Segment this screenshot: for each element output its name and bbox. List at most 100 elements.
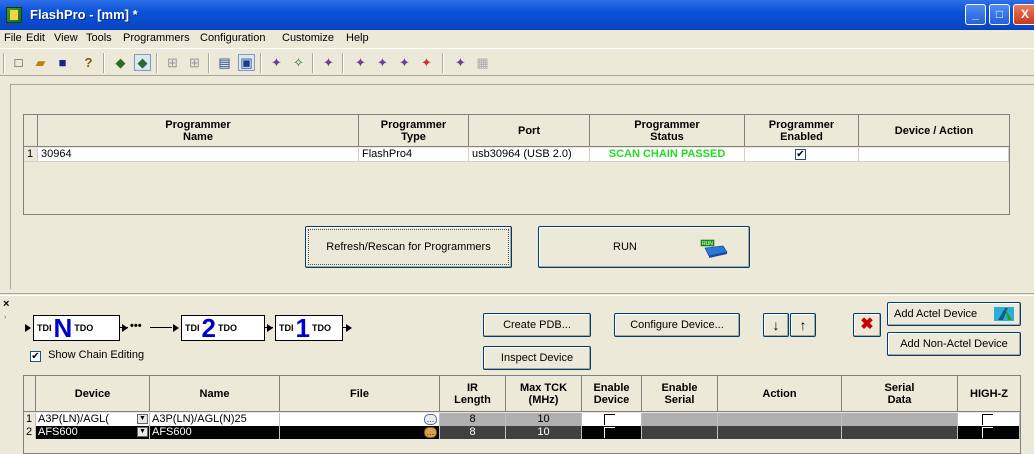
row-index-header: [24, 115, 38, 147]
close-window-button[interactable]: X: [1013, 4, 1034, 25]
move-up-button[interactable]: ↑: [790, 313, 816, 337]
device-value: A3P(LN)/AGL(: [38, 413, 109, 425]
action-cell: [718, 413, 842, 426]
chain-device-1[interactable]: TDI 1 TDO: [275, 315, 343, 341]
browse-file-icon[interactable]: …: [424, 427, 437, 438]
show-chain-editing[interactable]: ✔ Show Chain Editing: [30, 349, 144, 362]
tdi-label: TDI: [185, 323, 200, 333]
col-ir-length[interactable]: IR Length: [440, 376, 506, 412]
prog-d-icon[interactable]: ✦: [418, 54, 435, 71]
close-pane-icon[interactable]: ×: [3, 298, 9, 310]
run-programmer-icon: RUN: [700, 239, 728, 258]
inspect-device-button[interactable]: Inspect Device: [483, 346, 591, 370]
show-chain-editing-checkbox[interactable]: ✔: [30, 351, 41, 362]
prog-e-icon[interactable]: ✦: [452, 54, 469, 71]
dropdown-arrow-icon[interactable]: ▼: [137, 414, 148, 424]
programmer-type-cell[interactable]: FlashPro4: [359, 148, 469, 162]
chain-icon[interactable]: ⊞: [164, 54, 181, 71]
maximize-button[interactable]: □: [989, 4, 1010, 25]
port-cell[interactable]: usb30964 (USB 2.0): [469, 148, 590, 162]
col-programmer-name[interactable]: Programmer Name: [38, 115, 359, 147]
run-button[interactable]: RUN RUN: [538, 226, 750, 268]
enable-device-checkbox[interactable]: [604, 414, 615, 425]
name-cell[interactable]: A3P(LN)/AGL(N)25: [150, 413, 280, 426]
high-z-checkbox[interactable]: [982, 414, 993, 425]
col-device-action[interactable]: Device / Action: [859, 115, 1009, 147]
chain-device-2[interactable]: TDI 2 TDO: [181, 315, 265, 341]
refresh-rescan-button[interactable]: Refresh/Rescan for Programmers: [305, 226, 512, 268]
save-icon[interactable]: ■: [54, 54, 71, 71]
col-action[interactable]: Action: [718, 376, 842, 412]
col-enable-device[interactable]: Enable Device: [582, 376, 642, 412]
programmer-icon[interactable]: ◆: [112, 54, 129, 71]
tdo-label: TDO: [217, 323, 237, 333]
high-z-cell: [958, 413, 1020, 426]
menu-file[interactable]: File: [4, 32, 22, 44]
high-z-checkbox[interactable]: [982, 427, 993, 438]
add-actel-label: Add Actel Device: [894, 308, 978, 320]
menu-configuration[interactable]: Configuration: [200, 32, 265, 44]
device-cell[interactable]: AFS600 ▼: [36, 426, 150, 439]
new-icon[interactable]: □: [10, 54, 27, 71]
minimize-button[interactable]: _: [965, 4, 986, 25]
menu-programmers[interactable]: Programmers: [123, 32, 190, 44]
open-icon[interactable]: ▰: [32, 54, 49, 71]
menu-customize[interactable]: Customize: [282, 32, 334, 44]
device-run-icon[interactable]: ✧: [290, 54, 307, 71]
log-icon[interactable]: ▤: [216, 54, 233, 71]
programmer-selected-icon[interactable]: ◆: [134, 54, 151, 71]
run-badge-text: RUN: [702, 241, 713, 247]
max-tck-cell: 10: [506, 413, 582, 426]
enable-device-cell: [582, 426, 642, 439]
col-programmer-type[interactable]: Programmer Type: [359, 115, 469, 147]
disabled-icon: ▦: [476, 55, 489, 70]
remove-device-button[interactable]: ✖: [853, 313, 881, 337]
add-non-actel-device-button[interactable]: Add Non-Actel Device: [887, 332, 1021, 356]
create-pdb-button[interactable]: Create PDB...: [483, 313, 591, 337]
col-device[interactable]: Device: [36, 376, 150, 412]
serial-data-cell: [842, 413, 958, 426]
device-cell[interactable]: A3P(LN)/AGL( ▼: [36, 413, 150, 426]
col-port[interactable]: Port: [469, 115, 590, 147]
name-cell[interactable]: AFS600: [150, 426, 280, 439]
add-actel-device-button[interactable]: Add Actel Device: [887, 302, 1021, 326]
list-icon[interactable]: ▣: [238, 54, 255, 71]
tdo-label: TDO: [74, 323, 94, 333]
prog-c-icon[interactable]: ✦: [396, 54, 413, 71]
device-action-cell[interactable]: [859, 148, 1009, 162]
high-z-cell: [958, 426, 1020, 439]
title-bar[interactable]: FlashPro - [mm] * _ □ X: [0, 0, 1034, 30]
programmer-enabled-checkbox[interactable]: ✔: [795, 149, 806, 160]
enable-device-checkbox[interactable]: [604, 427, 615, 438]
col-programmer-enabled[interactable]: Programmer Enabled: [745, 115, 859, 147]
chain2-icon[interactable]: ⊞: [186, 54, 203, 71]
col-programmer-status[interactable]: Programmer Status: [590, 115, 745, 147]
col-file[interactable]: File: [280, 376, 440, 412]
menu-tools[interactable]: Tools: [86, 32, 112, 44]
row-index: 1: [24, 413, 36, 426]
file-cell[interactable]: …: [280, 426, 440, 439]
col-max-tck[interactable]: Max TCK (MHz): [506, 376, 582, 412]
dropdown-arrow-icon[interactable]: ▼: [137, 427, 148, 437]
device-prog-icon[interactable]: ✦: [268, 54, 285, 71]
col-high-z[interactable]: HIGH-Z: [958, 376, 1020, 412]
chain-device-n[interactable]: TDI N TDO: [33, 315, 120, 341]
prog-b-icon[interactable]: ✦: [374, 54, 391, 71]
col-enable-serial[interactable]: Enable Serial: [642, 376, 718, 412]
col-name[interactable]: Name: [150, 376, 280, 412]
menu-edit[interactable]: Edit: [26, 32, 45, 44]
help-icon[interactable]: ?: [80, 54, 97, 71]
file-cell[interactable]: …: [280, 413, 440, 426]
col-serial-data[interactable]: Serial Data: [842, 376, 958, 412]
action-cell: [718, 426, 842, 439]
panel-splitter[interactable]: [0, 293, 1034, 296]
browse-file-icon[interactable]: …: [424, 414, 437, 425]
programmer-name-cell[interactable]: 30964: [38, 148, 359, 162]
configure-device-button[interactable]: Configure Device...: [614, 313, 740, 337]
move-down-button[interactable]: ↓: [763, 313, 789, 337]
menu-help[interactable]: Help: [346, 32, 369, 44]
prog-a-icon[interactable]: ✦: [352, 54, 369, 71]
device-add-icon[interactable]: ✦: [320, 54, 337, 71]
enable-serial-cell: [642, 413, 718, 426]
menu-view[interactable]: View: [54, 32, 78, 44]
